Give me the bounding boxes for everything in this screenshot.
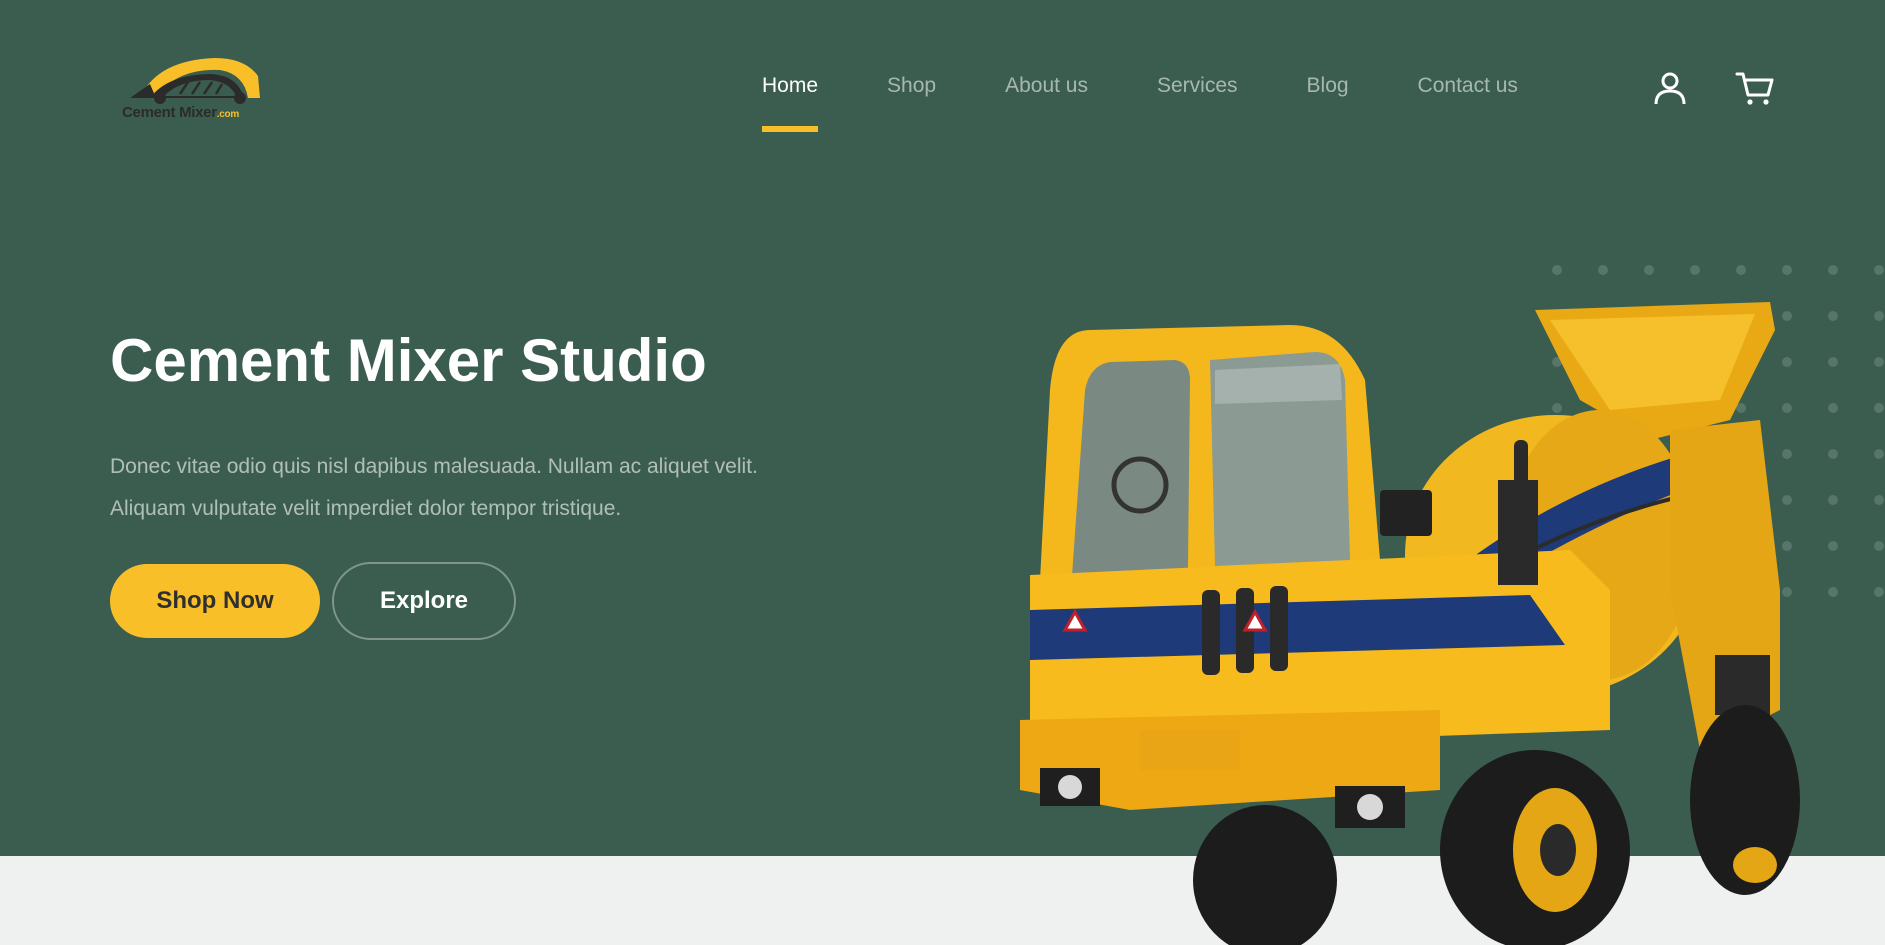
shop-now-button[interactable]: Shop Now (110, 564, 320, 638)
nav-item-blog[interactable]: Blog (1307, 74, 1349, 98)
decoration-dot (1552, 265, 1562, 275)
decoration-dot (1874, 311, 1884, 321)
decoration-dot (1828, 265, 1838, 275)
logo-text: Cement Mixer (122, 104, 217, 121)
decoration-dot (1874, 265, 1884, 275)
decoration-dot (1828, 587, 1838, 597)
decoration-dot (1828, 403, 1838, 413)
decoration-dot (1874, 403, 1884, 413)
decoration-dot (1828, 311, 1838, 321)
nav-item-about-us[interactable]: About us (1005, 74, 1088, 98)
decoration-dot (1736, 265, 1746, 275)
nav-item-contact-us[interactable]: Contact us (1418, 74, 1518, 98)
cement-mixer-logo-icon (130, 58, 260, 104)
decoration-dot (1782, 265, 1792, 275)
nav-item-shop[interactable]: Shop (887, 74, 936, 98)
decoration-dot (1874, 495, 1884, 505)
site-logo[interactable]: Cement Mixer.com (120, 54, 270, 124)
explore-button[interactable]: Explore (332, 562, 516, 640)
decoration-dot (1828, 541, 1838, 551)
cart-button[interactable] (1735, 68, 1775, 108)
decoration-dot (1874, 357, 1884, 367)
user-account-button[interactable] (1650, 68, 1690, 108)
user-icon (1654, 72, 1686, 105)
decoration-dot (1690, 265, 1700, 275)
nav-item-home[interactable]: Home (762, 74, 819, 132)
decoration-dot (1874, 541, 1884, 551)
decoration-dot (1828, 357, 1838, 367)
decoration-dot (1828, 495, 1838, 505)
cart-icon (1735, 72, 1774, 105)
decoration-dot (1874, 587, 1884, 597)
hero-description: Donec vitae odio quis nisl dapibus males… (110, 455, 758, 520)
decoration-dot (1874, 449, 1884, 459)
decoration-dot (1598, 265, 1608, 275)
decoration-dot (1644, 265, 1654, 275)
logo-suffix: .com (216, 109, 239, 120)
main-nav: Home Shop About us Services Blog Contact… (762, 74, 1518, 132)
hero-title: Cement Mixer Studio (110, 327, 707, 394)
decoration-dot (1828, 449, 1838, 459)
nav-item-services[interactable]: Services (1157, 74, 1238, 98)
cement-mixer-truck-image (1020, 302, 1800, 945)
